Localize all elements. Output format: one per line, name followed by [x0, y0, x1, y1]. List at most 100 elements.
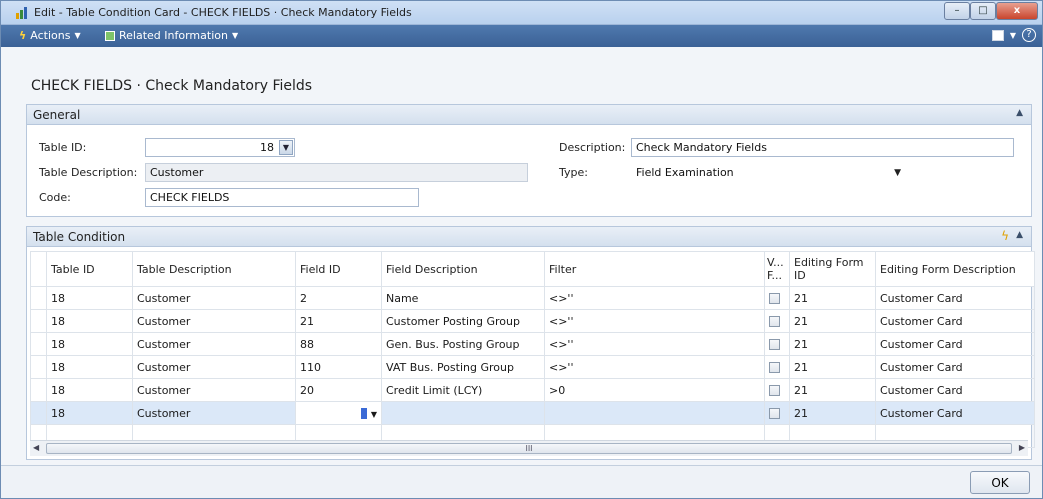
dropdown-arrow-icon[interactable]: ▼	[371, 410, 377, 419]
layout-icon[interactable]	[991, 29, 1004, 41]
row-selector[interactable]	[30, 401, 47, 425]
cell-field-id[interactable]: 20	[295, 378, 382, 402]
cell-table-id[interactable]: 18	[46, 355, 133, 379]
cell-field-id[interactable]: 2	[295, 286, 382, 310]
cell-editing-form-description[interactable]: Customer Card	[875, 401, 1035, 425]
cell-editing-form-description[interactable]: Customer Card	[875, 355, 1035, 379]
table-condition-header[interactable]: Table Condition ϟ ▲	[27, 227, 1031, 247]
row-selector[interactable]	[30, 378, 47, 402]
row-selector[interactable]	[30, 355, 47, 379]
related-information-menu[interactable]: Related Information ▼	[105, 29, 238, 42]
cell-filter[interactable]: <>''	[544, 355, 765, 379]
close-button[interactable]: x	[996, 2, 1038, 20]
cell-editing-form-description[interactable]: Customer Card	[875, 309, 1035, 333]
checkbox[interactable]	[769, 293, 780, 304]
cell-field-description[interactable]: VAT Bus. Posting Group	[381, 355, 545, 379]
cell-table-description[interactable]: Customer	[132, 309, 296, 333]
col-table-description[interactable]: Table Description	[132, 251, 296, 287]
maximize-button[interactable]: □	[970, 2, 996, 20]
cell-field-description[interactable]	[381, 401, 545, 425]
chevron-up-icon[interactable]: ▲	[1016, 230, 1023, 240]
col-table-id[interactable]: Table ID	[46, 251, 133, 287]
cell-validate-checkbox[interactable]	[764, 309, 790, 333]
table-row[interactable]: 18 Customer 2 Name <>'' 21 Customer Card	[30, 286, 1035, 310]
help-icon[interactable]: ?	[1022, 28, 1036, 42]
cell-editing-form-id[interactable]: 21	[789, 355, 876, 379]
cell-table-id[interactable]: 18	[46, 401, 133, 425]
cell-validate-checkbox[interactable]	[764, 332, 790, 356]
cell-editing-form-id[interactable]: 21	[789, 332, 876, 356]
horizontal-scrollbar[interactable]: ◀ III ▶	[30, 440, 1028, 456]
table-condition-fasttab: Table Condition ϟ ▲ Table ID Table Descr…	[26, 226, 1035, 460]
cell-filter[interactable]: >0	[544, 378, 765, 402]
cell-field-id[interactable]: 88	[295, 332, 382, 356]
table-row[interactable]: 18 Customer 20 Credit Limit (LCY) >0 21 …	[30, 378, 1035, 402]
cell-editing-form-id[interactable]: 21	[789, 401, 876, 425]
chevron-up-icon[interactable]: ▲	[1016, 108, 1023, 118]
col-field-description[interactable]: Field Description	[381, 251, 545, 287]
cell-table-id[interactable]: 18	[46, 286, 133, 310]
cell-field-description[interactable]: Name	[381, 286, 545, 310]
cell-editing-form-description[interactable]: Customer Card	[875, 332, 1035, 356]
cell-field-description[interactable]: Credit Limit (LCY)	[381, 378, 545, 402]
minimize-button[interactable]: –	[944, 2, 970, 20]
cell-field-description[interactable]: Gen. Bus. Posting Group	[381, 332, 545, 356]
cell-editing-form-description[interactable]: Customer Card	[875, 378, 1035, 402]
row-selector[interactable]	[30, 286, 47, 310]
cell-filter[interactable]: <>''	[544, 286, 765, 310]
cell-field-id[interactable]: 110	[295, 355, 382, 379]
cell-filter[interactable]: <>''	[544, 309, 765, 333]
col-filter[interactable]: Filter	[544, 251, 765, 287]
cell-table-description[interactable]: Customer	[132, 378, 296, 402]
scroll-right-icon[interactable]: ▶	[1019, 443, 1025, 452]
type-select[interactable]: Field Examination ▼	[631, 163, 910, 182]
cell-filter[interactable]: <>''	[544, 332, 765, 356]
cell-validate-checkbox[interactable]	[764, 401, 790, 425]
scroll-left-icon[interactable]: ◀	[33, 443, 39, 452]
checkbox[interactable]	[769, 408, 780, 419]
chevron-down-icon[interactable]: ▼	[1010, 31, 1016, 40]
dropdown-arrow-icon[interactable]: ▼	[279, 140, 293, 155]
cell-validate-checkbox[interactable]	[764, 378, 790, 402]
cell-field-id-editing[interactable]: ▼	[295, 401, 382, 425]
cell-editing-form-id[interactable]: 21	[789, 378, 876, 402]
table-row[interactable]: 18 Customer 21 Customer Posting Group <>…	[30, 309, 1035, 333]
checkbox[interactable]	[769, 339, 780, 350]
col-editing-form-id[interactable]: Editing Form ID	[789, 251, 876, 287]
cell-editing-form-id[interactable]: 21	[789, 286, 876, 310]
cell-table-id[interactable]: 18	[46, 378, 133, 402]
cell-filter[interactable]	[544, 401, 765, 425]
cell-validate-checkbox[interactable]	[764, 286, 790, 310]
checkbox[interactable]	[769, 316, 780, 327]
cell-table-id[interactable]: 18	[46, 309, 133, 333]
lightning-icon[interactable]: ϟ	[1001, 229, 1009, 243]
col-editing-form-description[interactable]: Editing Form Description	[875, 251, 1035, 287]
checkbox[interactable]	[769, 385, 780, 396]
row-selector[interactable]	[30, 309, 47, 333]
cell-field-description[interactable]: Customer Posting Group	[381, 309, 545, 333]
table-row-selected[interactable]: 18 Customer ▼ 21 Customer Card	[30, 401, 1035, 425]
table-row[interactable]: 18 Customer 110 VAT Bus. Posting Group <…	[30, 355, 1035, 379]
ok-button[interactable]: OK	[970, 471, 1030, 494]
cell-table-description[interactable]: Customer	[132, 332, 296, 356]
table-id-field[interactable]: 18 ▼	[145, 138, 295, 157]
table-row[interactable]: 18 Customer 88 Gen. Bus. Posting Group <…	[30, 332, 1035, 356]
scroll-thumb[interactable]: III	[46, 443, 1012, 454]
cell-validate-checkbox[interactable]	[764, 355, 790, 379]
row-selector[interactable]	[30, 332, 47, 356]
checkbox[interactable]	[769, 362, 780, 373]
cell-editing-form-id[interactable]: 21	[789, 309, 876, 333]
code-field[interactable]: CHECK FIELDS	[145, 188, 419, 207]
actions-menu[interactable]: ϟ Actions ▼	[19, 29, 81, 42]
dropdown-arrow-icon[interactable]: ▼	[894, 168, 901, 178]
col-validate-field[interactable]: V... F...	[764, 251, 790, 287]
description-field[interactable]: Check Mandatory Fields	[631, 138, 1014, 157]
cell-editing-form-description[interactable]: Customer Card	[875, 286, 1035, 310]
col-field-id[interactable]: Field ID	[295, 251, 382, 287]
cell-table-description[interactable]: Customer	[132, 286, 296, 310]
cell-table-description[interactable]: Customer	[132, 355, 296, 379]
cell-table-description[interactable]: Customer	[132, 401, 296, 425]
general-header[interactable]: General ▲	[27, 105, 1031, 125]
cell-table-id[interactable]: 18	[46, 332, 133, 356]
cell-field-id[interactable]: 21	[295, 309, 382, 333]
